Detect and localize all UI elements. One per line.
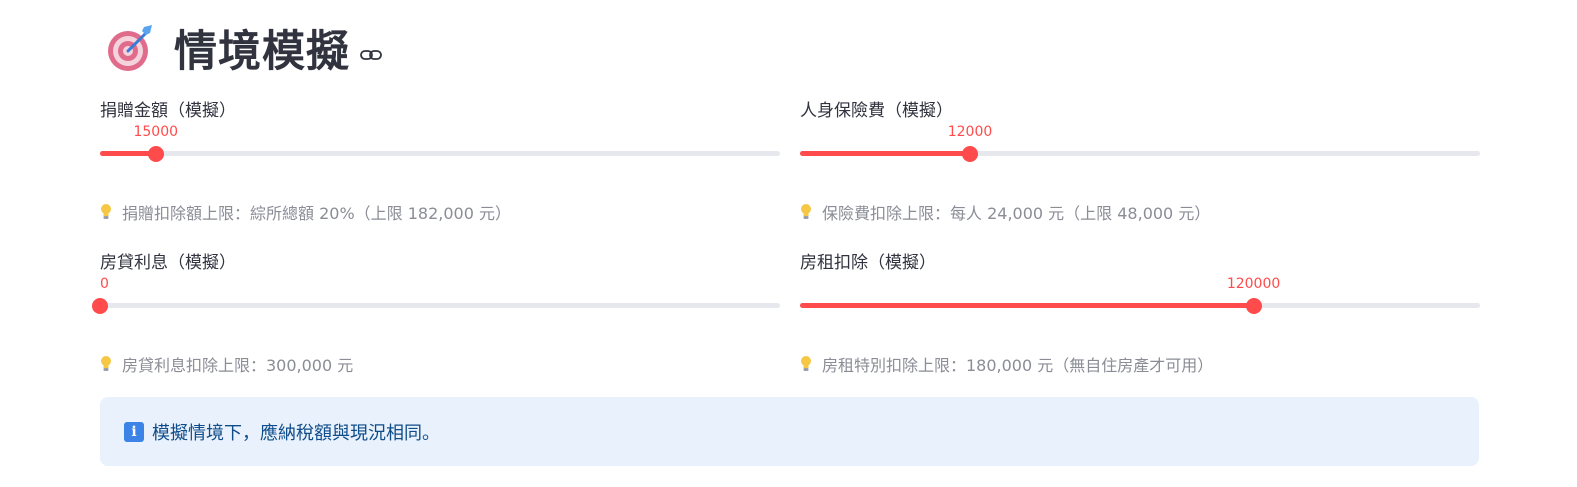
slider-thumb[interactable] [147, 145, 164, 162]
slider-thumb[interactable] [92, 297, 108, 314]
hint-text: 保險費扣除上限：每人 24,000 元（上限 48,000 元） [800, 200, 1210, 224]
slider-thumb[interactable] [962, 145, 978, 162]
hint-text: 房租特別扣除上限：180,000 元（無自住房產才可用） [800, 352, 1213, 376]
hint-label: 房租特別扣除上限：180,000 元（無自住房產才可用） [822, 356, 1214, 375]
info-message: 模擬情境下，應納稅額與現況相同。 [152, 423, 440, 444]
slider-thumb[interactable] [1245, 297, 1262, 314]
slider-track[interactable] [100, 145, 780, 162]
slider-label: 房租扣除（模擬） [800, 253, 936, 273]
slider-track[interactable] [92, 297, 780, 314]
slider-fill [800, 303, 1254, 308]
hint-text: 捐贈扣除額上限：綜所總額 20%（上限 182,000 元） [100, 200, 511, 224]
light-bulb-icon [100, 355, 112, 373]
page-header: 情境模擬 [106, 18, 382, 78]
slider-label: 捐贈金額（模擬） [100, 101, 236, 121]
slider-value: 12000 [947, 124, 993, 140]
slider-track[interactable] [800, 145, 1480, 162]
slider-label: 人身保險費（模擬） [800, 101, 953, 121]
page-title: 情境模擬 [174, 27, 350, 77]
hint-label: 捐贈扣除額上限：綜所總額 20%（上限 182,000 元） [122, 204, 511, 223]
hint-text: 房貸利息扣除上限：300,000 元 [100, 352, 353, 376]
hint-label: 保險費扣除上限：每人 24,000 元（上限 48,000 元） [822, 204, 1211, 223]
light-bulb-icon [100, 203, 112, 221]
slider-fill [800, 151, 970, 156]
slider-value: 0 [100, 276, 109, 292]
slider-value: 15000 [133, 124, 179, 140]
slider-label: 房貸利息（模擬） [100, 253, 236, 273]
info-alert: i 模擬情境下，應納稅額與現況相同。 [100, 397, 1479, 466]
hint-label: 房貸利息扣除上限：300,000 元 [122, 356, 354, 375]
light-bulb-icon [800, 203, 812, 221]
link-icon[interactable] [360, 47, 382, 61]
slider-track[interactable] [800, 297, 1480, 314]
slider-value: 120000 [1226, 276, 1281, 292]
target-icon [106, 23, 156, 73]
info-icon: i [124, 422, 144, 442]
light-bulb-icon [800, 355, 812, 373]
